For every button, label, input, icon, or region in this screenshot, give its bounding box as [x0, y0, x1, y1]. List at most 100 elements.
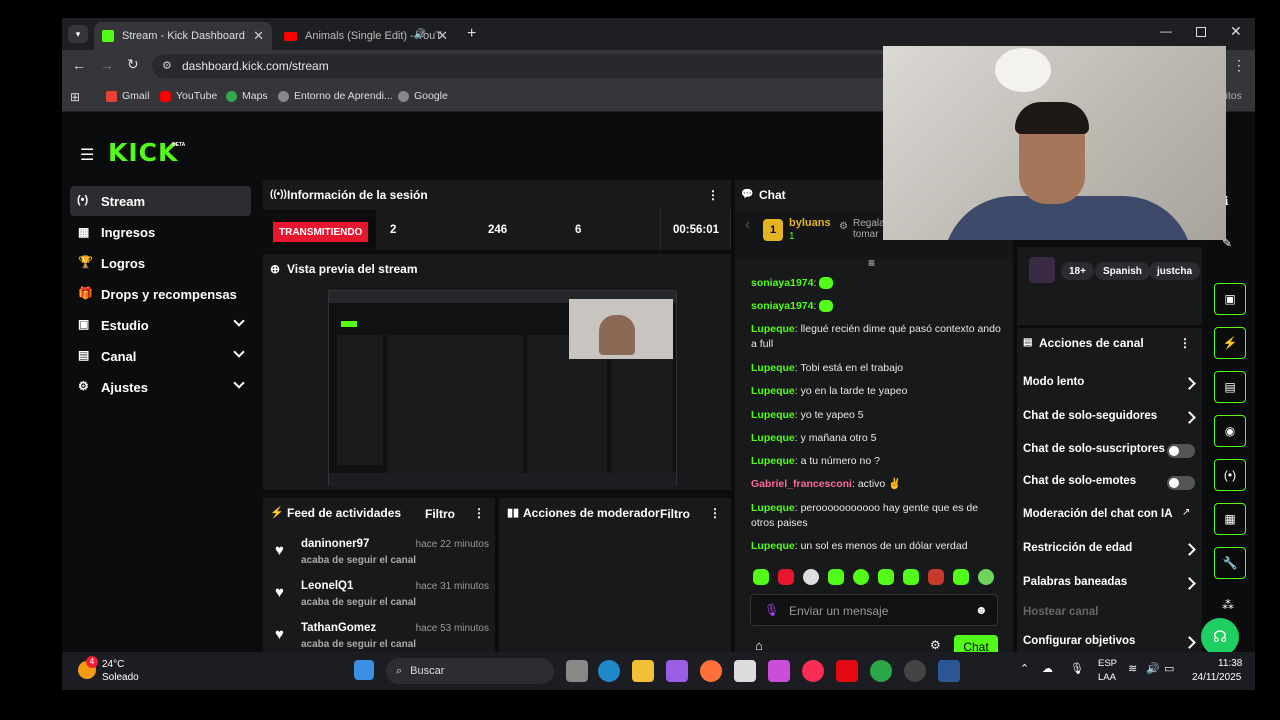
- chat-username[interactable]: soniaya1974: [751, 300, 813, 312]
- bookmark-entorno[interactable]: Entorno de Aprendi...: [278, 90, 393, 102]
- sidebar-item-canal[interactable]: ▤ Canal: [70, 341, 251, 371]
- stream-tag[interactable]: 18+: [1061, 262, 1094, 280]
- chat-username[interactable]: Gabriel_francesconi: [751, 478, 852, 490]
- microphone-icon[interactable]: 🎙: [1070, 662, 1084, 675]
- emote-icon[interactable]: [778, 569, 794, 585]
- minimize-icon[interactable]: —: [1160, 24, 1172, 38]
- chat-username[interactable]: soniaya1974: [751, 277, 813, 289]
- chat-message-input[interactable]: 🎙 Enviar un mensaje ☻: [750, 594, 998, 626]
- language-indicator[interactable]: ESP: [1098, 658, 1117, 669]
- hamburger-menu-icon[interactable]: ☰: [80, 145, 94, 165]
- keyboard-layout-indicator[interactable]: LAA: [1098, 672, 1116, 683]
- clock-time[interactable]: 11:38: [1218, 658, 1242, 669]
- tab-kick-dashboard[interactable]: Stream - Kick Dashboard ✕: [94, 22, 272, 50]
- sidebar-item-ajustes[interactable]: ⚙ Ajustes: [70, 372, 251, 402]
- rail-chat-button[interactable]: ◉: [1214, 415, 1246, 447]
- sidebar-item-logros[interactable]: 🏆 Logros: [70, 248, 251, 278]
- bookmark-youtube[interactable]: YouTube: [160, 90, 217, 102]
- stream-tag[interactable]: Spanish: [1095, 262, 1150, 280]
- url-input[interactable]: ⚙ dashboard.kick.com/stream: [152, 54, 892, 78]
- restore-icon[interactable]: [1196, 27, 1206, 37]
- sidebar-item-stream[interactable]: (•) Stream: [70, 186, 251, 216]
- emote-icon[interactable]: [828, 569, 844, 585]
- action-banned-words[interactable]: Palabras baneadas: [1023, 576, 1193, 588]
- rail-lightning-button[interactable]: ⚡: [1214, 327, 1246, 359]
- follower-name[interactable]: daninoner97: [301, 538, 369, 550]
- rail-tools-button[interactable]: 🔧: [1214, 547, 1246, 579]
- weather-temp[interactable]: 24°C: [102, 659, 124, 670]
- emote-icon[interactable]: [928, 569, 944, 585]
- action-configure-goals[interactable]: Configurar objetivos: [1023, 635, 1193, 647]
- follower-name[interactable]: LeonelQ1: [301, 580, 353, 592]
- chat-username[interactable]: Lupeque: [751, 385, 795, 397]
- obs-icon[interactable]: [904, 660, 926, 682]
- clock-date[interactable]: 24/11/2025: [1192, 672, 1241, 683]
- rail-document-button[interactable]: ▤: [1214, 371, 1246, 403]
- chat-username[interactable]: Lupeque: [751, 409, 795, 421]
- emote-icon[interactable]: [853, 569, 869, 585]
- battery-icon[interactable]: ▭: [1164, 662, 1174, 675]
- more-options-icon[interactable]: ⋮: [473, 506, 485, 520]
- chat-username[interactable]: Lupeque: [751, 323, 795, 335]
- store-icon[interactable]: ⌂: [755, 638, 763, 653]
- rail-layout-button[interactable]: ▣: [1214, 283, 1246, 315]
- emotes-only-toggle[interactable]: [1167, 476, 1195, 490]
- back-icon[interactable]: ←: [72, 57, 86, 73]
- emote-icon[interactable]: [878, 569, 894, 585]
- emote-icon[interactable]: [803, 569, 819, 585]
- filter-button[interactable]: Filtro: [425, 507, 455, 521]
- tab-youtube[interactable]: Animals (Single Edit) - YouT 🔊 ✕: [276, 22, 456, 50]
- chrome-icon[interactable]: [870, 660, 892, 682]
- sidebar-item-drops[interactable]: 🎁 Drops y recompensas: [70, 279, 251, 309]
- copilot-icon[interactable]: [666, 660, 688, 682]
- pinned-username[interactable]: byluans: [789, 217, 831, 229]
- action-age-restriction[interactable]: Restricción de edad: [1023, 542, 1193, 554]
- close-window-icon[interactable]: ✕: [1230, 23, 1242, 40]
- music-icon[interactable]: [802, 660, 824, 682]
- emote-icon[interactable]: [953, 569, 969, 585]
- bookmark-maps[interactable]: Maps: [226, 90, 268, 102]
- chat-username[interactable]: Lupeque: [751, 455, 795, 467]
- close-tab-icon[interactable]: ✕: [253, 28, 264, 44]
- more-options-icon[interactable]: ⋮: [1179, 336, 1191, 350]
- cloud-icon[interactable]: ☁: [1042, 662, 1053, 675]
- site-info-icon[interactable]: ⚙: [162, 59, 172, 72]
- more-options-icon[interactable]: ⋮: [707, 188, 719, 202]
- action-slow-mode[interactable]: Modo lento: [1023, 376, 1193, 388]
- chevron-up-icon[interactable]: ⌃: [1020, 662, 1029, 675]
- browser-menu-icon[interactable]: ⋮: [1232, 57, 1246, 74]
- edge-icon[interactable]: [598, 660, 620, 682]
- bookmark-gmail[interactable]: Gmail: [106, 90, 149, 102]
- rail-broadcast-button[interactable]: (•): [1214, 459, 1246, 491]
- chat-settings-icon[interactable]: ⚙: [930, 638, 941, 652]
- kick-logo[interactable]: KICK: [108, 138, 178, 167]
- wifi-icon[interactable]: ≋: [1128, 662, 1137, 675]
- chat-username[interactable]: Lupeque: [751, 362, 795, 374]
- word-icon[interactable]: [938, 660, 960, 682]
- firefox-icon[interactable]: [700, 660, 722, 682]
- reload-icon[interactable]: ↻: [127, 56, 139, 73]
- emote-icon[interactable]: [978, 569, 994, 585]
- apps-icon[interactable]: ⊞: [70, 90, 80, 104]
- category-thumbnail[interactable]: [1029, 257, 1055, 283]
- weather-desc[interactable]: Soleado: [102, 672, 139, 683]
- chat-username[interactable]: Lupeque: [751, 540, 795, 552]
- windows-start-icon[interactable]: [354, 660, 374, 680]
- action-ai-moderation[interactable]: Moderación del chat con IA: [1023, 508, 1193, 520]
- follower-name[interactable]: TathanGomez: [301, 622, 376, 634]
- volume-icon[interactable]: 🔊: [1146, 662, 1160, 675]
- bookmark-google[interactable]: Google: [398, 90, 448, 102]
- taskbar-search-box[interactable]: ⌕ Buscar: [386, 658, 554, 684]
- chat-username[interactable]: Lupeque: [751, 432, 795, 444]
- emote-icon[interactable]: [903, 569, 919, 585]
- snipping-tool-icon[interactable]: [768, 660, 790, 682]
- netflix-icon[interactable]: [836, 660, 858, 682]
- sidebar-item-estudio[interactable]: ▣ Estudio: [70, 310, 251, 340]
- tab-list-icon[interactable]: ▾: [68, 25, 88, 43]
- stream-tag[interactable]: justcha: [1149, 262, 1201, 280]
- action-followers-only[interactable]: Chat de solo-seguidores: [1023, 410, 1193, 422]
- stream-preview-video[interactable]: [328, 290, 677, 487]
- new-tab-icon[interactable]: +: [467, 25, 476, 43]
- close-tab-icon[interactable]: ✕: [437, 28, 448, 44]
- scroll-down-icon[interactable]: ≡: [868, 256, 875, 270]
